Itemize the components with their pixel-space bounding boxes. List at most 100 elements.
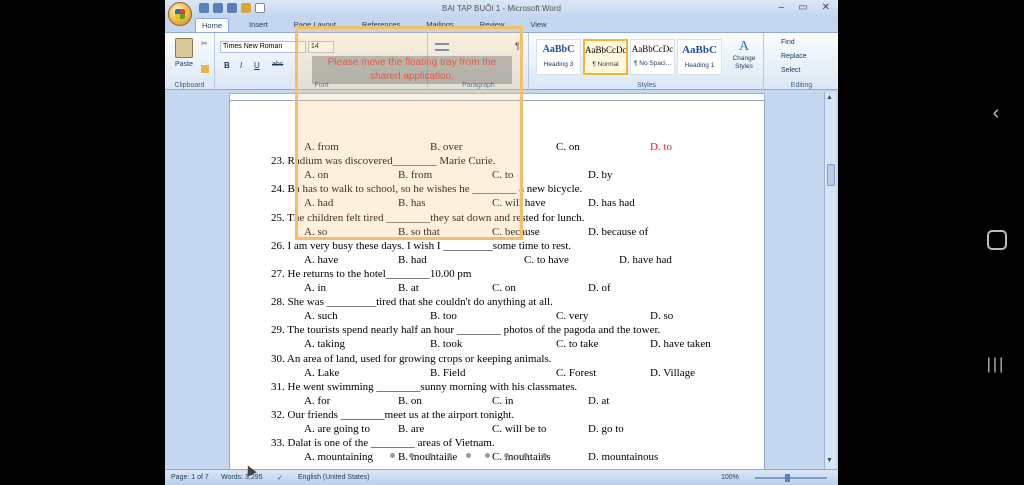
answer-option: D. so (650, 310, 674, 323)
clipboard-group: Paste ✂ Clipboard (165, 33, 215, 90)
paste-icon[interactable] (175, 38, 193, 58)
bold-button[interactable]: B (224, 61, 230, 70)
strikethrough-button[interactable]: abc (272, 61, 283, 68)
status-bar: Page: 1 of 7 Words: 3,295 ✓ English (Uni… (165, 469, 838, 485)
dot (466, 453, 471, 458)
find-button[interactable]: Find (781, 39, 795, 46)
tab-home[interactable]: Home (195, 18, 230, 32)
answer-option: D. of (588, 282, 611, 294)
answer-option: B. on (398, 394, 422, 407)
answer-option: D. at (588, 394, 610, 407)
question-line: 28. She was _________tired that she coul… (271, 296, 553, 309)
answer-option: A. have (304, 253, 339, 266)
answer-option: B. had (398, 253, 427, 266)
scroll-thumb[interactable] (827, 164, 835, 186)
page-indicator-dots (390, 453, 547, 458)
office-button[interactable] (168, 2, 192, 26)
style-name: ¶ No Spaci... (633, 60, 672, 67)
paste-button[interactable]: Paste (175, 61, 193, 68)
answer-option: C. on (492, 282, 516, 294)
recents-icon[interactable]: ||| (985, 354, 1007, 376)
answer-option: C. very (556, 310, 589, 323)
floating-tray-overlay[interactable]: Please move the floating tray from the s… (295, 26, 523, 240)
select-button[interactable]: Select (781, 67, 800, 74)
question-line: 30. An area of land, used for growing cr… (271, 352, 552, 365)
back-icon[interactable]: ‹ (985, 102, 1007, 124)
language[interactable]: English (United States) (298, 474, 370, 481)
answer-option: C. to take (556, 338, 599, 351)
zoom-level[interactable]: 100% (721, 474, 739, 481)
style-preview: AaBbC (542, 44, 575, 55)
answer-option: A. in (304, 282, 326, 294)
answer-options: A. for B. on C. in D. at (230, 394, 764, 409)
styles-label: Styles (636, 82, 657, 89)
replace-button[interactable]: Replace (781, 53, 807, 60)
format-painter-icon[interactable] (201, 65, 209, 73)
underline-button[interactable]: U (254, 61, 260, 70)
tab-insert[interactable]: Insert (243, 18, 274, 32)
answer-options: A. Lake B. Field C. Forest D. Village (230, 366, 764, 381)
answer-option: A. are going to (304, 423, 370, 435)
editing-group: Find Replace Select Editing (765, 33, 838, 90)
styles-group: AaBbC Heading 3 AaBbCcDc ¶ Normal AaBbCc… (530, 33, 764, 90)
answer-option: D. has had (588, 197, 635, 210)
answer-option: C. Forest (556, 366, 597, 379)
close-button[interactable]: ✕ (822, 2, 830, 13)
home-icon[interactable] (985, 228, 1007, 250)
android-nav-bar: ‹ ||| (967, 0, 1024, 485)
question-line: 26. I am very busy these days. I wish I … (271, 239, 572, 252)
answer-option: C. on (556, 141, 580, 153)
vertical-scrollbar[interactable]: ▲ ▼ (824, 92, 836, 470)
overlay-message: Please move the floating tray from the s… (312, 56, 512, 84)
answer-option: A. for (304, 394, 331, 407)
question-line: 29. The tourists spend nearly half an ho… (271, 324, 661, 337)
dot (390, 453, 395, 458)
scroll-down-icon[interactable]: ▼ (826, 457, 833, 464)
maximize-button[interactable]: ▭ (798, 2, 807, 13)
proofing-icon[interactable]: ✓ (277, 474, 283, 482)
style-heading-1[interactable]: AaBbC Heading 1 (677, 39, 722, 75)
answer-options: A. have B. had C. to have D. have had (230, 253, 764, 268)
word-window: BAI TAP BUỔI 1 - Microsoft Word – ▭ ✕ Ho… (165, 0, 838, 485)
zoom-slider[interactable] (755, 474, 827, 482)
answer-option: D. because of (588, 225, 649, 238)
answer-option: A. such (304, 310, 338, 323)
page-count[interactable]: Page: 1 of 7 (171, 474, 209, 481)
style-no-spacing[interactable]: AaBbCcDc ¶ No Spaci... (630, 39, 675, 75)
style-name: ¶ Normal (592, 61, 619, 68)
dot (523, 453, 528, 458)
dot (542, 453, 547, 458)
tab-view[interactable]: View (524, 18, 552, 32)
font-name-field[interactable]: Times New Roman (220, 41, 306, 53)
change-styles-icon: A (738, 39, 750, 54)
answer-options: A. such B. too C. very D. so (230, 310, 764, 324)
style-preview: AaBbCcDc (585, 45, 626, 55)
question-line: 31. He went swimming ________sunny morni… (271, 380, 578, 393)
answer-option: A. mountaining (304, 451, 374, 464)
question-line: 33. Dalat is one of the ________ areas o… (271, 437, 495, 450)
answer-option: C. will be to (492, 423, 547, 435)
style-heading-3[interactable]: AaBbC Heading 3 (536, 39, 581, 75)
change-styles-button[interactable]: A Change Styles (728, 39, 760, 71)
answer-options: A. are going to B. are C. will be to D. go … (230, 423, 764, 437)
answer-option: A. taking (304, 338, 345, 351)
italic-button[interactable]: I (240, 61, 242, 70)
cut-icon[interactable]: ✂ (201, 39, 208, 48)
scroll-up-icon[interactable]: ▲ (826, 94, 833, 101)
answer-option: D. mountainous (588, 451, 659, 464)
dot (485, 453, 490, 458)
editing-label: Editing (790, 82, 813, 89)
word-count[interactable]: Words: 3,295 (221, 474, 263, 481)
change-styles-label: Change Styles (732, 55, 756, 70)
style-preview: AaBbC (682, 44, 717, 56)
style-normal[interactable]: AaBbCcDc ¶ Normal (583, 39, 628, 75)
minimize-button[interactable]: – (779, 2, 785, 13)
answer-option: B. too (430, 310, 457, 323)
answer-option: D. have taken (650, 338, 711, 351)
answer-options: A. taking B. took C. to take D. have taken (230, 338, 764, 352)
title-bar: BAI TAP BUỔI 1 - Microsoft Word – ▭ ✕ (165, 0, 838, 18)
answer-option: B. are (398, 423, 425, 435)
answer-option: A. Lake (304, 366, 340, 379)
zoom-knob[interactable] (785, 474, 790, 482)
answer-option: C. in (492, 394, 514, 407)
